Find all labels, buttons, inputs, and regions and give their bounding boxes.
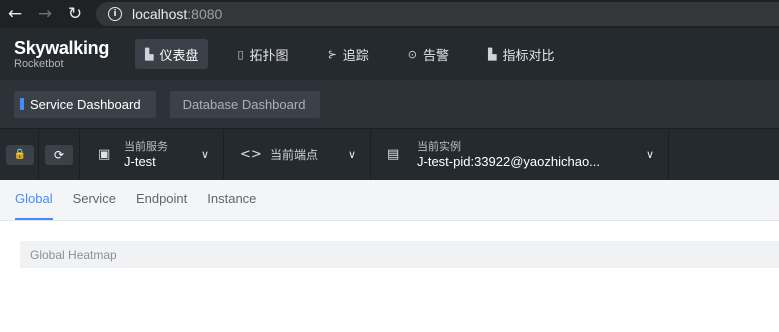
lock-cell: 🔒 (0, 129, 39, 180)
endpoint-label: 当前端点 (270, 148, 319, 162)
chart-icon: ▙ (488, 47, 497, 61)
nav-label: 追踪 (342, 47, 369, 63)
chevron-down-icon[interactable]: ∨ (348, 148, 356, 161)
reload-icon[interactable]: ↻ (60, 0, 90, 28)
url-host: localhost (132, 6, 188, 22)
instance-value: J-test-pid:33922@yaozhichao... (417, 153, 601, 169)
logo-subtitle: Rocketbot (14, 57, 64, 70)
selector-toolbar: 🔒 ⟳ ▣ 当前服务 J-test ∨ <> 当前端点 ∨ ▤ 当前实例 J-t… (0, 128, 779, 180)
tab-global[interactable]: Global (15, 179, 53, 220)
url-port: :8080 (187, 6, 223, 22)
nav-alarm[interactable]: ⊙ 告警 (398, 39, 459, 69)
nav-dashboard[interactable]: ▙ 仪表盘 (135, 39, 209, 69)
service-label: 当前服务 (124, 140, 168, 153)
nav-label: 仪表盘 (159, 47, 199, 63)
instance-text: 当前实例 J-test-pid:33922@yaozhichao... (417, 140, 600, 170)
chart-icon: ▙ (145, 47, 154, 61)
nav-topology[interactable]: ▯ 拓扑图 (227, 39, 298, 69)
dashboard-tab-service[interactable]: Service Dashboard (14, 90, 156, 118)
active-marker (20, 98, 24, 110)
code-icon: <> (240, 147, 262, 162)
dashboard-tab-label: Service Dashboard (30, 96, 141, 112)
address-bar[interactable]: i localhost:8080 (96, 2, 779, 26)
widget-title: Global Heatmap (20, 241, 779, 268)
service-value: J-test (124, 153, 156, 169)
instance-label: 当前实例 (417, 140, 461, 153)
nav-label: 告警 (423, 47, 450, 63)
logo-title: Skywalking (14, 37, 110, 58)
nav-trace[interactable]: ⊱ 追踪 (318, 39, 379, 69)
endpoint-selector[interactable]: <> 当前端点 ∨ (224, 129, 371, 180)
page-tabs: Global Service Endpoint Instance (0, 180, 779, 221)
browser-toolbar: ← → ↻ i localhost:8080 (0, 0, 779, 28)
app-header: Skywalking Rocketbot ▙ 仪表盘 ▯ 拓扑图 ⊱ 追踪 ⊙ … (0, 28, 779, 80)
back-icon[interactable]: ← (0, 0, 30, 28)
service-selector[interactable]: ▣ 当前服务 J-test ∨ (80, 129, 224, 180)
nav-label: 指标对比 (502, 47, 555, 63)
dashboard-content: Global Heatmap (0, 221, 779, 332)
dashboard-tabs: Service Dashboard Database Dashboard (0, 80, 779, 128)
topology-icon: ▯ (237, 47, 244, 61)
dashboard-tab-label: Database Dashboard (182, 96, 306, 112)
dashboard-tab-database[interactable]: Database Dashboard (169, 90, 321, 118)
server-icon: ▤ (387, 147, 400, 162)
service-text: 当前服务 J-test (124, 140, 168, 170)
chevron-down-icon[interactable]: ∨ (646, 148, 654, 161)
nav-label: 拓扑图 (249, 47, 289, 63)
nav-comparison[interactable]: ▙ 指标对比 (478, 39, 564, 69)
lock-icon[interactable]: 🔒 (6, 144, 34, 165)
forward-icon[interactable]: → (30, 0, 60, 28)
reload-cell: ⟳ (39, 129, 80, 180)
logo: Skywalking Rocketbot (0, 38, 135, 71)
alarm-icon: ⊙ (407, 47, 418, 61)
chevron-down-icon[interactable]: ∨ (201, 148, 209, 161)
tab-endpoint[interactable]: Endpoint (136, 179, 187, 220)
instance-selector[interactable]: ▤ 当前实例 J-test-pid:33922@yaozhichao... ∨ (371, 129, 669, 180)
tab-instance[interactable]: Instance (207, 179, 256, 220)
info-icon[interactable]: i (108, 7, 122, 21)
tab-service[interactable]: Service (73, 179, 116, 220)
service-icon: ▣ (98, 147, 111, 162)
trace-icon: ⊱ (327, 47, 337, 61)
refresh-icon[interactable]: ⟳ (45, 144, 73, 165)
